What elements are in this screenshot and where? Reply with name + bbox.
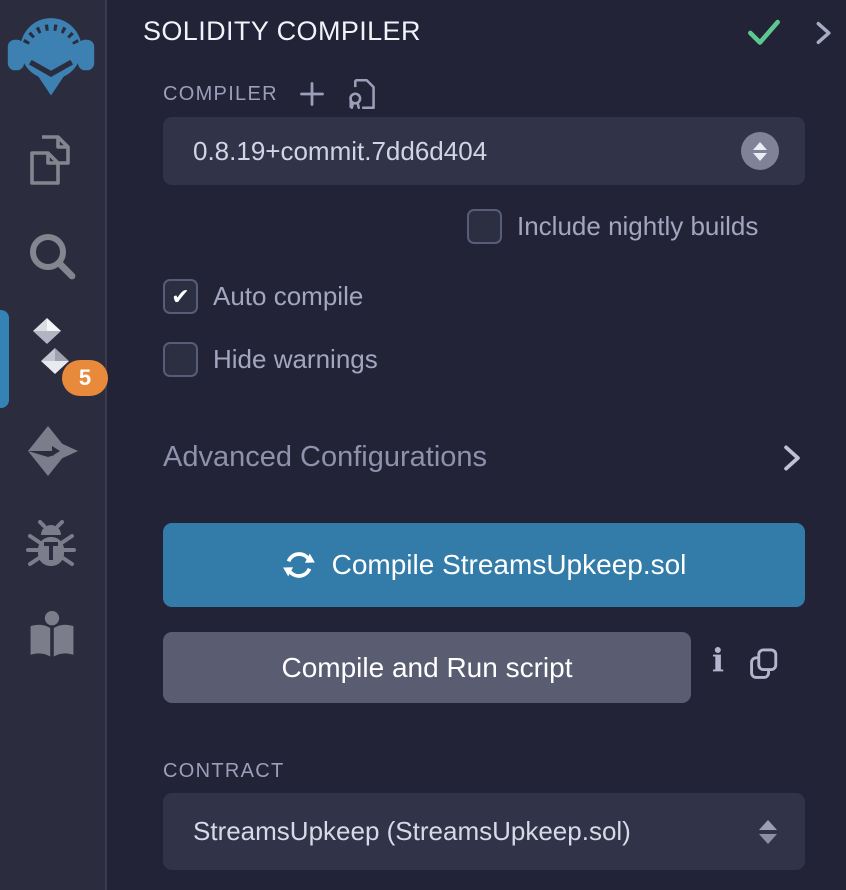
active-tab-indicator xyxy=(0,310,9,408)
deploy-run-icon[interactable] xyxy=(24,424,80,478)
plus-icon xyxy=(298,80,326,108)
include-nightly-checkbox[interactable] xyxy=(467,209,502,244)
advanced-configurations-label: Advanced Configurations xyxy=(163,441,487,474)
chevron-right-icon xyxy=(779,442,805,474)
compile-and-run-label: Compile and Run script xyxy=(281,652,572,684)
auto-compile-row: ✔ Auto compile xyxy=(163,279,363,314)
solidity-compiler-panel: SOLIDITY COMPILER COMPILER xyxy=(109,0,846,890)
learneth-icon[interactable] xyxy=(27,610,77,662)
compile-and-run-button[interactable]: Compile and Run script xyxy=(163,632,691,703)
copy-icon[interactable] xyxy=(747,646,781,684)
chevron-right-icon[interactable] xyxy=(809,17,837,49)
compiler-license-button[interactable] xyxy=(346,78,376,110)
include-nightly-label[interactable]: Include nightly builds xyxy=(517,211,758,242)
debugger-icon[interactable] xyxy=(26,518,76,574)
select-arrows-icon xyxy=(759,820,777,844)
compile-button-label: Compile StreamsUpkeep.sol xyxy=(332,549,687,581)
check-icon xyxy=(747,18,781,48)
compile-button[interactable]: Compile StreamsUpkeep.sol xyxy=(163,523,805,607)
compiler-section-label: COMPILER xyxy=(163,83,278,106)
select-up-arrow xyxy=(759,820,777,830)
contract-section-label: CONTRACT xyxy=(163,760,285,783)
sync-icon xyxy=(282,548,316,582)
add-compiler-button[interactable] xyxy=(298,80,326,108)
include-nightly-row: Include nightly builds xyxy=(467,209,758,244)
info-icon[interactable]: i xyxy=(706,641,730,679)
auto-compile-label[interactable]: Auto compile xyxy=(213,281,363,312)
hide-warnings-checkbox[interactable] xyxy=(163,342,198,377)
contract-select-value: StreamsUpkeep (StreamsUpkeep.sol) xyxy=(193,816,631,847)
search-icon[interactable] xyxy=(26,230,78,286)
select-down-arrow xyxy=(759,834,777,844)
spinner-down-arrow xyxy=(753,153,767,161)
spinner-up-arrow xyxy=(753,142,767,150)
hide-warnings-row: Hide warnings xyxy=(163,342,378,377)
contract-select[interactable]: StreamsUpkeep (StreamsUpkeep.sol) xyxy=(163,793,805,870)
panel-title: SOLIDITY COMPILER xyxy=(143,16,421,47)
file-explorer-icon[interactable] xyxy=(26,131,78,189)
remix-ide-compiler-panel: 5 xyxy=(0,0,846,890)
compiler-section-header: COMPILER xyxy=(163,78,376,110)
checkbox-check-icon: ✔ xyxy=(171,286,189,308)
version-spinner-icon[interactable] xyxy=(741,132,779,170)
remix-logo-icon[interactable] xyxy=(6,4,96,106)
hide-warnings-label[interactable]: Hide warnings xyxy=(213,344,378,375)
compiler-error-badge: 5 xyxy=(62,360,108,396)
compiler-version-value: 0.8.19+commit.7dd6d404 xyxy=(193,136,487,167)
auto-compile-checkbox[interactable]: ✔ xyxy=(163,279,198,314)
icon-sidebar: 5 xyxy=(0,0,107,890)
file-license-icon xyxy=(346,78,376,110)
advanced-configurations-toggle[interactable]: Advanced Configurations xyxy=(163,441,805,474)
compiler-version-select[interactable]: 0.8.19+commit.7dd6d404 xyxy=(163,117,805,185)
